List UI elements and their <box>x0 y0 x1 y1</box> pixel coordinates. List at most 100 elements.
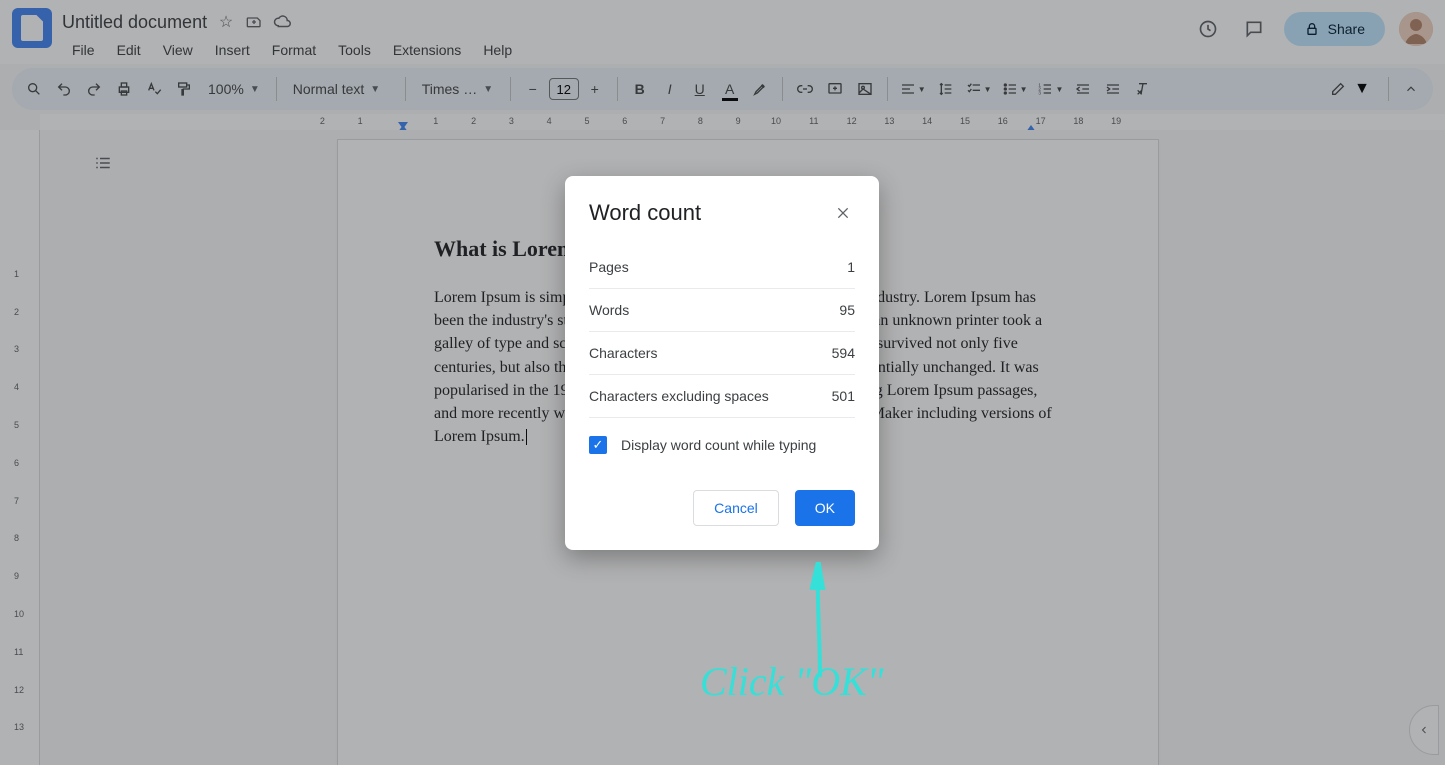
paragraph-style-select[interactable]: Normal text▼ <box>285 75 397 103</box>
ruler-number: 15 <box>960 116 970 126</box>
comments-icon[interactable] <box>1238 13 1270 45</box>
add-comment-button[interactable] <box>821 75 849 103</box>
cancel-button[interactable]: Cancel <box>693 490 779 526</box>
menu-insert[interactable]: Insert <box>205 38 260 66</box>
ruler-number: 8 <box>14 533 19 543</box>
ruler-number: 10 <box>771 116 781 126</box>
menu-file[interactable]: File <box>62 38 105 66</box>
share-label: Share <box>1328 21 1365 37</box>
star-icon[interactable]: ☆ <box>217 13 235 31</box>
caret-icon: ▼ <box>370 84 380 95</box>
menu-extensions[interactable]: Extensions <box>383 38 471 66</box>
numbered-list-button[interactable]: 123▼ <box>1033 75 1067 103</box>
menu-tools[interactable]: Tools <box>328 38 381 66</box>
ruler-number: 6 <box>622 116 627 126</box>
zoom-value: 100% <box>208 81 244 97</box>
spellcheck-button[interactable] <box>140 75 168 103</box>
bold-button[interactable]: B <box>626 75 654 103</box>
ruler-number: 1 <box>433 116 438 126</box>
undo-button[interactable] <box>50 75 78 103</box>
move-icon[interactable] <box>245 13 263 31</box>
display-while-typing-checkbox[interactable]: ✓ <box>589 436 607 454</box>
menu-help[interactable]: Help <box>473 38 522 66</box>
last-edit-icon[interactable] <box>1192 13 1224 45</box>
increase-indent-button[interactable] <box>1099 75 1127 103</box>
ruler-number: 2 <box>471 116 476 126</box>
decrease-font-button[interactable]: − <box>519 75 547 103</box>
caret-icon: ▼ <box>483 84 493 95</box>
menu-edit[interactable]: Edit <box>107 38 151 66</box>
menu-view[interactable]: View <box>153 38 203 66</box>
menu-format[interactable]: Format <box>262 38 326 66</box>
increase-font-button[interactable]: + <box>581 75 609 103</box>
close-button[interactable] <box>831 201 855 225</box>
wc-label: Pages <box>589 259 629 275</box>
underline-button[interactable]: U <box>686 75 714 103</box>
ruler-number: 11 <box>14 647 23 657</box>
account-avatar[interactable] <box>1399 12 1433 46</box>
redo-button[interactable] <box>80 75 108 103</box>
ruler-number: 12 <box>14 685 24 695</box>
docs-logo-icon[interactable] <box>12 8 52 48</box>
ruler-number: 17 <box>1036 116 1046 126</box>
ruler-number: 9 <box>736 116 741 126</box>
word-count-row: Characters excluding spaces 501 <box>589 375 855 418</box>
caret-icon: ▼ <box>250 84 260 95</box>
font-select[interactable]: Times … ▼ <box>414 75 502 103</box>
caret-icon: ▼ <box>984 85 992 94</box>
align-button[interactable]: ▼ <box>896 75 930 103</box>
collapse-toolbar-button[interactable] <box>1397 75 1425 103</box>
title-area: Untitled document ☆ File Edit View Inser… <box>62 8 1192 66</box>
word-count-row: Pages 1 <box>589 246 855 289</box>
highlight-button[interactable] <box>746 75 774 103</box>
ruler-number: 13 <box>884 116 894 126</box>
word-count-row: Words95 <box>589 289 855 332</box>
ruler-number: 3 <box>14 344 19 354</box>
ok-button[interactable]: OK <box>795 490 855 526</box>
cloud-status-icon[interactable] <box>273 13 291 31</box>
search-menus-button[interactable] <box>20 75 48 103</box>
paint-format-button[interactable] <box>170 75 198 103</box>
wc-value: 594 <box>832 345 855 361</box>
editing-mode-button[interactable]: ▼ <box>1320 75 1380 103</box>
show-outline-button[interactable] <box>88 148 118 178</box>
insert-image-button[interactable] <box>851 75 879 103</box>
text-color-button[interactable]: A <box>716 75 744 103</box>
ruler-number: 3 <box>509 116 514 126</box>
titlebar: Untitled document ☆ File Edit View Inser… <box>0 0 1445 64</box>
print-button[interactable] <box>110 75 138 103</box>
bulleted-list-button[interactable]: ▼ <box>998 75 1032 103</box>
lock-icon <box>1304 21 1320 37</box>
italic-button[interactable]: I <box>656 75 684 103</box>
ruler-number: 13 <box>14 722 24 732</box>
font-value: Times … <box>422 81 477 97</box>
wc-label: Characters excluding spaces <box>589 388 769 404</box>
wc-value: 501 <box>832 388 855 404</box>
close-icon <box>835 205 851 221</box>
caret-icon: ▼ <box>918 85 926 94</box>
checklist-button[interactable]: ▼ <box>962 75 996 103</box>
word-count-dialog: Word count Pages1Words95Characters594Cha… <box>565 176 879 550</box>
font-size-input[interactable]: 12 <box>549 78 579 100</box>
share-button[interactable]: Share <box>1284 12 1385 46</box>
document-title[interactable]: Untitled document <box>62 12 207 33</box>
ruler-number: 19 <box>1111 116 1121 126</box>
insert-link-button[interactable] <box>791 75 819 103</box>
ruler-number: 8 <box>698 116 703 126</box>
line-spacing-button[interactable] <box>932 75 960 103</box>
ruler-number: 10 <box>14 609 24 619</box>
clear-formatting-button[interactable] <box>1129 75 1157 103</box>
wc-value: 1 <box>847 259 855 275</box>
zoom-select[interactable]: 100% ▼ <box>200 75 268 103</box>
pencil-icon <box>1330 81 1346 97</box>
checkbox-label: Display word count while typing <box>621 437 816 453</box>
ruler-number: 7 <box>660 116 665 126</box>
decrease-indent-button[interactable] <box>1069 75 1097 103</box>
ruler-number: 9 <box>14 571 19 581</box>
caret-icon: ▼ <box>1055 85 1063 94</box>
ruler-number: 1 <box>358 116 363 126</box>
ruler-number: 2 <box>14 307 19 317</box>
ruler-number: 4 <box>14 382 19 392</box>
vertical-ruler[interactable]: 12345678910111213 <box>0 130 40 765</box>
ruler-number: 5 <box>584 116 589 126</box>
